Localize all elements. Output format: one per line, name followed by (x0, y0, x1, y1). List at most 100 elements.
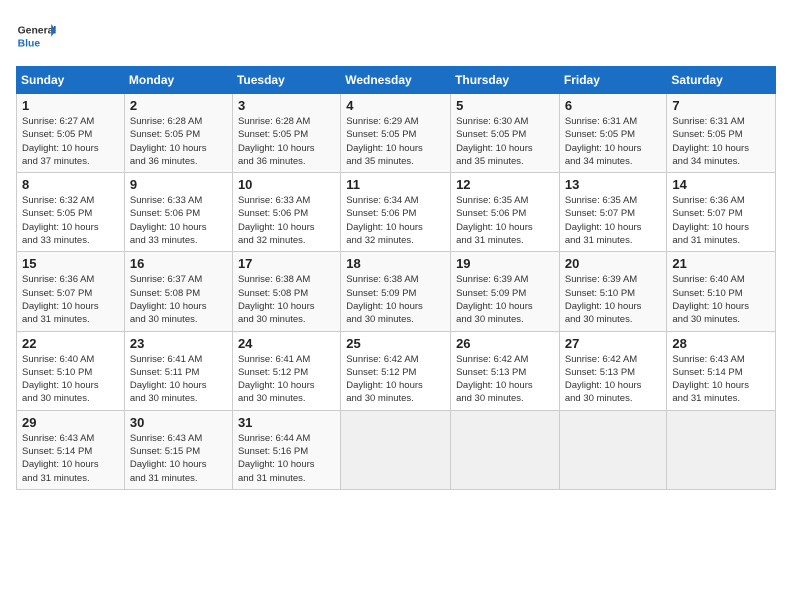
day-info: Sunrise: 6:33 AM Sunset: 5:06 PM Dayligh… (238, 194, 335, 247)
calendar-cell (341, 410, 451, 489)
day-header-saturday: Saturday (667, 67, 776, 94)
calendar-cell: 1Sunrise: 6:27 AM Sunset: 5:05 PM Daylig… (17, 94, 125, 173)
week-row-1: 1Sunrise: 6:27 AM Sunset: 5:05 PM Daylig… (17, 94, 776, 173)
week-row-5: 29Sunrise: 6:43 AM Sunset: 5:14 PM Dayli… (17, 410, 776, 489)
day-number: 27 (565, 336, 662, 351)
day-info: Sunrise: 6:43 AM Sunset: 5:14 PM Dayligh… (22, 432, 119, 485)
day-number: 15 (22, 256, 119, 271)
calendar-cell: 8Sunrise: 6:32 AM Sunset: 5:05 PM Daylig… (17, 173, 125, 252)
day-number: 2 (130, 98, 227, 113)
calendar-cell: 12 Sunrise: 6:35 AM Sunset: 5:06 PM Dayli… (451, 173, 560, 252)
day-info: Sunrise: 6:42 AM Sunset: 5:13 PM Dayligh… (565, 353, 662, 406)
day-number: 4 (346, 98, 445, 113)
day-info: Sunrise: 6:44 AM Sunset: 5:16 PM Dayligh… (238, 432, 335, 485)
day-number: 24 (238, 336, 335, 351)
day-info: Sunrise: 6:33 AM Sunset: 5:06 PM Dayligh… (130, 194, 227, 247)
day-info: Sunrise: 6:35 AM Sunset: 5:07 PM Dayligh… (565, 194, 662, 247)
day-number: 30 (130, 415, 227, 430)
calendar-cell: 3Sunrise: 6:28 AM Sunset: 5:05 PM Daylig… (232, 94, 340, 173)
day-header-tuesday: Tuesday (232, 67, 340, 94)
days-header-row: SundayMondayTuesdayWednesdayThursdayFrid… (17, 67, 776, 94)
day-number: 1 (22, 98, 119, 113)
calendar-cell: 15 Sunrise: 6:36 AM Sunset: 5:07 PM Dayli… (17, 252, 125, 331)
day-info: Sunrise: 6:40 AM Sunset: 5:10 PM Dayligh… (672, 273, 770, 326)
day-info: Sunrise: 6:29 AM Sunset: 5:05 PM Dayligh… (346, 115, 445, 168)
day-info: Sunrise: 6:41 AM Sunset: 5:11 PM Dayligh… (130, 353, 227, 406)
day-info: Sunrise: 6:28 AM Sunset: 5:05 PM Dayligh… (238, 115, 335, 168)
day-info: Sunrise: 6:34 AM Sunset: 5:06 PM Dayligh… (346, 194, 445, 247)
day-info: Sunrise: 6:40 AM Sunset: 5:10 PM Dayligh… (22, 353, 119, 406)
day-info: Sunrise: 6:39 AM Sunset: 5:10 PM Dayligh… (565, 273, 662, 326)
day-info: Sunrise: 6:39 AM Sunset: 5:09 PM Dayligh… (456, 273, 554, 326)
svg-text:General: General (18, 26, 56, 37)
day-info: Sunrise: 6:31 AM Sunset: 5:05 PM Dayligh… (565, 115, 662, 168)
calendar-cell: 9 Sunrise: 6:33 AM Sunset: 5:06 PM Daylig… (124, 173, 232, 252)
day-info: Sunrise: 6:31 AM Sunset: 5:05 PM Dayligh… (672, 115, 770, 168)
day-number: 19 (456, 256, 554, 271)
day-info: Sunrise: 6:43 AM Sunset: 5:15 PM Dayligh… (130, 432, 227, 485)
calendar-cell: 19 Sunrise: 6:39 AM Sunset: 5:09 PM Dayli… (451, 252, 560, 331)
day-info: Sunrise: 6:38 AM Sunset: 5:09 PM Dayligh… (346, 273, 445, 326)
day-number: 16 (130, 256, 227, 271)
day-header-sunday: Sunday (17, 67, 125, 94)
logo-icon: General Blue (16, 16, 56, 56)
calendar-cell: 16Sunrise: 6:37 AM Sunset: 5:08 PM Dayli… (124, 252, 232, 331)
day-number: 22 (22, 336, 119, 351)
calendar-cell: 11 Sunrise: 6:34 AM Sunset: 5:06 PM Dayli… (341, 173, 451, 252)
calendar-cell: 25 Sunrise: 6:42 AM Sunset: 5:12 PM Dayli… (341, 331, 451, 410)
day-number: 26 (456, 336, 554, 351)
calendar-cell: 5 Sunrise: 6:30 AM Sunset: 5:05 PM Daylig… (451, 94, 560, 173)
calendar-cell: 21 Sunrise: 6:40 AM Sunset: 5:10 PM Dayli… (667, 252, 776, 331)
day-number: 17 (238, 256, 335, 271)
day-number: 7 (672, 98, 770, 113)
day-number: 18 (346, 256, 445, 271)
day-number: 28 (672, 336, 770, 351)
day-header-thursday: Thursday (451, 67, 560, 94)
calendar-cell: 7 Sunrise: 6:31 AM Sunset: 5:05 PM Daylig… (667, 94, 776, 173)
calendar-cell: 27 Sunrise: 6:42 AM Sunset: 5:13 PM Dayli… (559, 331, 667, 410)
calendar-cell: 6 Sunrise: 6:31 AM Sunset: 5:05 PM Daylig… (559, 94, 667, 173)
day-number: 14 (672, 177, 770, 192)
header: General Blue (16, 16, 776, 56)
day-info: Sunrise: 6:32 AM Sunset: 5:05 PM Dayligh… (22, 194, 119, 247)
day-number: 9 (130, 177, 227, 192)
calendar-cell (559, 410, 667, 489)
day-info: Sunrise: 6:30 AM Sunset: 5:05 PM Dayligh… (456, 115, 554, 168)
day-info: Sunrise: 6:42 AM Sunset: 5:13 PM Dayligh… (456, 353, 554, 406)
day-header-monday: Monday (124, 67, 232, 94)
calendar-cell: 29Sunrise: 6:43 AM Sunset: 5:14 PM Dayli… (17, 410, 125, 489)
calendar-cell: 13Sunrise: 6:35 AM Sunset: 5:07 PM Dayli… (559, 173, 667, 252)
day-number: 20 (565, 256, 662, 271)
week-row-4: 22 Sunrise: 6:40 AM Sunset: 5:10 PM Dayli… (17, 331, 776, 410)
calendar-cell: 22 Sunrise: 6:40 AM Sunset: 5:10 PM Dayli… (17, 331, 125, 410)
logo: General Blue (16, 16, 56, 56)
day-number: 12 (456, 177, 554, 192)
calendar-table: SundayMondayTuesdayWednesdayThursdayFrid… (16, 66, 776, 490)
calendar-cell: 26 Sunrise: 6:42 AM Sunset: 5:13 PM Dayli… (451, 331, 560, 410)
day-number: 11 (346, 177, 445, 192)
day-number: 10 (238, 177, 335, 192)
week-row-2: 8Sunrise: 6:32 AM Sunset: 5:05 PM Daylig… (17, 173, 776, 252)
day-number: 5 (456, 98, 554, 113)
calendar-cell: 18 Sunrise: 6:38 AM Sunset: 5:09 PM Dayli… (341, 252, 451, 331)
day-number: 21 (672, 256, 770, 271)
calendar-cell: 10 Sunrise: 6:33 AM Sunset: 5:06 PM Dayli… (232, 173, 340, 252)
day-info: Sunrise: 6:36 AM Sunset: 5:07 PM Dayligh… (22, 273, 119, 326)
day-header-wednesday: Wednesday (341, 67, 451, 94)
day-number: 25 (346, 336, 445, 351)
calendar-cell: 28 Sunrise: 6:43 AM Sunset: 5:14 PM Dayli… (667, 331, 776, 410)
calendar-cell: 30 Sunrise: 6:43 AM Sunset: 5:15 PM Dayli… (124, 410, 232, 489)
day-info: Sunrise: 6:43 AM Sunset: 5:14 PM Dayligh… (672, 353, 770, 406)
calendar-cell: 14Sunrise: 6:36 AM Sunset: 5:07 PM Dayli… (667, 173, 776, 252)
week-row-3: 15 Sunrise: 6:36 AM Sunset: 5:07 PM Dayli… (17, 252, 776, 331)
day-header-friday: Friday (559, 67, 667, 94)
calendar-cell (667, 410, 776, 489)
day-number: 31 (238, 415, 335, 430)
calendar-cell: 24 Sunrise: 6:41 AM Sunset: 5:12 PM Dayli… (232, 331, 340, 410)
calendar-cell: 17Sunrise: 6:38 AM Sunset: 5:08 PM Dayli… (232, 252, 340, 331)
day-info: Sunrise: 6:42 AM Sunset: 5:12 PM Dayligh… (346, 353, 445, 406)
day-number: 6 (565, 98, 662, 113)
calendar-cell: 23Sunrise: 6:41 AM Sunset: 5:11 PM Dayli… (124, 331, 232, 410)
day-info: Sunrise: 6:41 AM Sunset: 5:12 PM Dayligh… (238, 353, 335, 406)
day-info: Sunrise: 6:35 AM Sunset: 5:06 PM Dayligh… (456, 194, 554, 247)
